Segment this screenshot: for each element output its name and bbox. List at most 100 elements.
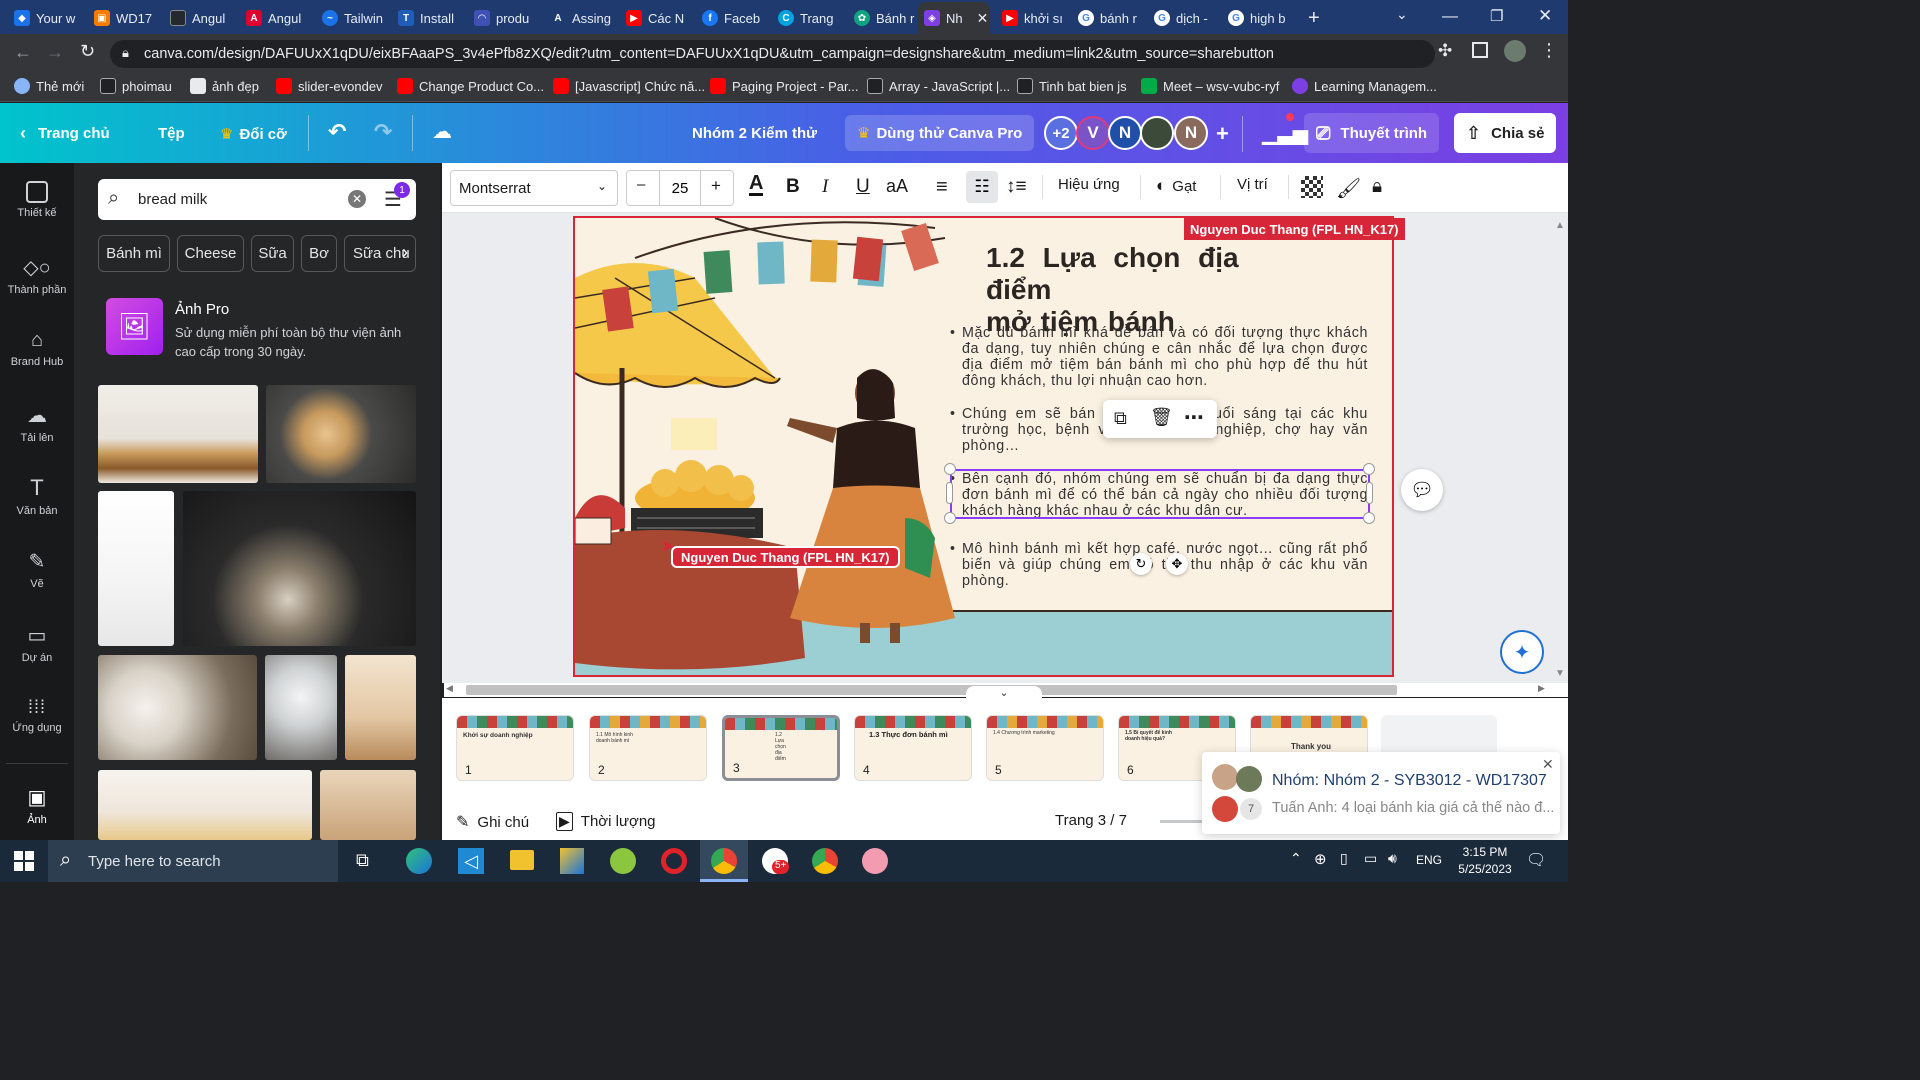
increase-font-size-button[interactable]: + <box>711 176 721 196</box>
insights-chart-icon[interactable]: ▁▃▅ <box>1262 121 1308 146</box>
file-menu-button[interactable]: Tệp <box>158 125 185 142</box>
photo-thumbnail[interactable] <box>345 655 416 760</box>
font-size-input[interactable]: 25 <box>659 170 701 206</box>
rail-item-projects[interactable]: ▭ Dự án <box>0 623 74 664</box>
app-icon[interactable] <box>862 848 888 874</box>
page-thumbnail[interactable]: Khởi sự doanh nghiệp 1 <box>456 715 574 781</box>
browser-tab[interactable]: ▣ WD17 <box>88 4 164 32</box>
browser-tab[interactable]: Ghigh b <box>1222 4 1298 32</box>
network-globe-icon[interactable]: ⊕ <box>1314 850 1327 868</box>
app-icon[interactable] <box>610 848 636 874</box>
browser-tab[interactable]: ✿ Bánh r <box>848 4 924 32</box>
zoom-slider[interactable] <box>1160 820 1206 823</box>
new-tab-button[interactable]: + <box>1302 4 1330 32</box>
photo-thumbnail[interactable] <box>320 770 416 840</box>
notes-button[interactable]: ✎ Ghi chú <box>456 812 529 832</box>
bookmark-item[interactable]: slider-evondev <box>276 78 383 94</box>
restore-icon[interactable]: ❐ <box>1490 7 1503 25</box>
bookmark-item[interactable]: phoimau <box>100 78 172 94</box>
rail-item-photos[interactable]: ▣ Ảnh <box>0 785 74 826</box>
resize-handle[interactable] <box>1363 463 1375 475</box>
slide-bullet[interactable]: Mặc dù bánh mì khá dễ bán và có đối tượn… <box>950 325 1368 389</box>
browser-tab[interactable]: A Assing <box>544 4 620 32</box>
avatar[interactable]: N <box>1108 116 1142 150</box>
rail-item-design[interactable]: Thiết kế <box>0 181 74 219</box>
resize-handle[interactable] <box>1366 482 1373 504</box>
resize-button[interactable]: ♛ Đổi cỡ <box>220 125 287 144</box>
erase-animate-button[interactable]: ◐ Gạt <box>1156 176 1196 196</box>
photo-thumbnail[interactable] <box>98 385 258 483</box>
action-center-icon[interactable]: 🗨︎ <box>1526 850 1546 870</box>
bookmark-item[interactable]: Learning Managem... <box>1292 78 1437 94</box>
bookmark-item[interactable]: Thẻ mới <box>14 78 84 94</box>
avatar[interactable]: N <box>1174 116 1208 150</box>
home-button[interactable]: ‹ Trang chủ <box>20 123 110 144</box>
volume-icon[interactable]: 🔊︎ <box>1388 850 1397 867</box>
browser-tab[interactable]: Gbánh r <box>1072 4 1148 32</box>
bookmark-item[interactable]: Tinh bat bien js <box>1017 78 1127 94</box>
page-thumbnail-active[interactable]: 1.2 Lựa chọn địa điểm 3 <box>722 715 840 781</box>
underline-icon[interactable]: U <box>856 176 870 198</box>
rail-item-apps[interactable]: ⁞⁞⁞ Ứng dụng <box>0 697 74 734</box>
browser-menu-icon[interactable]: ⋮ <box>1540 40 1558 61</box>
photo-thumbnail[interactable] <box>98 655 257 760</box>
collaborators-more-badge[interactable]: +2 <box>1044 116 1078 150</box>
cloud-saved-icon[interactable]: ☁ <box>432 119 452 144</box>
horizontal-scrollbar[interactable] <box>466 685 1397 695</box>
duration-button[interactable]: ▶ Thời lượng <box>556 812 656 831</box>
chevron-right-icon[interactable]: › <box>402 242 408 263</box>
bookmark-item[interactable]: Paging Project - Par... <box>710 78 858 94</box>
taskbar-search[interactable]: ⌕ Type here to search <box>48 840 338 882</box>
rail-item-text[interactable]: T Văn bản <box>0 475 74 517</box>
slide-bullet[interactable]: Mô hình bánh mì kết hợp café, nước ngọt…… <box>950 541 1368 589</box>
paint-roller-icon[interactable]: 🖌︎ <box>1336 176 1361 201</box>
reload-icon[interactable]: ↻ <box>80 41 95 62</box>
resize-handle[interactable] <box>946 482 953 504</box>
bookmark-item[interactable]: ảnh đẹp <box>190 78 259 94</box>
design-title[interactable]: Nhóm 2 Kiểm thử <box>692 125 817 142</box>
browser-tab[interactable]: A Angul <box>240 4 316 32</box>
resize-handle[interactable] <box>944 463 956 475</box>
redo-icon[interactable]: ↷ <box>374 119 392 145</box>
trash-icon[interactable]: 🗑︎ <box>1150 407 1173 428</box>
suggestion-chip[interactable]: Cheese <box>177 235 244 272</box>
close-window-icon[interactable]: ✕ <box>1538 6 1552 26</box>
search-input[interactable]: ⌕ bread milk ✕ ☰ 1 <box>98 179 416 220</box>
photo-thumbnail[interactable] <box>266 385 416 483</box>
slide-title[interactable]: 1.2 Lựa chọn địa điểm mở tiệm bánh <box>986 242 1316 338</box>
browser-tab[interactable]: Angul <box>164 4 240 32</box>
forward-icon[interactable]: → <box>46 42 64 63</box>
battery-icon[interactable]: ▭ <box>1364 850 1377 867</box>
scroll-right-icon[interactable]: ▶ <box>1538 683 1545 694</box>
letter-case-icon[interactable]: aA <box>886 176 908 197</box>
suggestion-chip[interactable]: Bơ <box>301 235 337 272</box>
transparency-icon[interactable] <box>1301 176 1323 198</box>
taskbar-app-active[interactable] <box>700 840 748 882</box>
page-thumbnail[interactable]: 1.3 Thực đơn bánh mì 4 <box>854 715 972 781</box>
browser-tab[interactable]: C Trang <box>772 4 848 32</box>
effects-button[interactable]: Hiệu ứng <box>1058 176 1120 193</box>
back-icon[interactable]: ← <box>14 42 32 63</box>
browser-tab[interactable]: ▶ Các N <box>620 4 696 32</box>
magic-assistant-icon[interactable]: ✦ <box>1500 630 1544 674</box>
page-indicator[interactable]: Trang 3 / 7 <box>1055 812 1127 829</box>
text-color-icon[interactable]: A <box>749 173 764 196</box>
rail-item-elements[interactable]: ◇○ Thành phần <box>0 255 74 296</box>
undo-icon[interactable]: ↶ <box>328 119 346 145</box>
rotate-handle-icon[interactable]: ↻ <box>1130 553 1152 575</box>
resize-handle[interactable] <box>944 512 956 524</box>
browser-tab[interactable]: T Install <box>392 4 468 32</box>
clock[interactable]: 3:15 PM 5/25/2023 <box>1452 844 1518 878</box>
avatar-photo[interactable] <box>1140 116 1174 150</box>
browser-tab[interactable]: Gdịch - <box>1148 4 1224 32</box>
chrome-icon[interactable] <box>812 848 838 874</box>
clear-search-icon[interactable]: ✕ <box>348 190 366 208</box>
browser-tab[interactable]: ◠ produ <box>468 4 544 32</box>
photo-thumbnail[interactable] <box>265 655 337 760</box>
vscode-icon[interactable]: ◁ <box>458 848 484 874</box>
bookmark-item[interactable]: Change Product Co... <box>397 78 544 94</box>
close-notification-icon[interactable]: ✕ <box>1542 756 1554 773</box>
page-thumbnail[interactable]: 1.4 Chương trình marketing 5 <box>986 715 1104 781</box>
lock-icon[interactable]: 🔒︎ <box>1372 176 1382 198</box>
browser-tab[interactable]: ◆ Your w <box>8 4 84 32</box>
